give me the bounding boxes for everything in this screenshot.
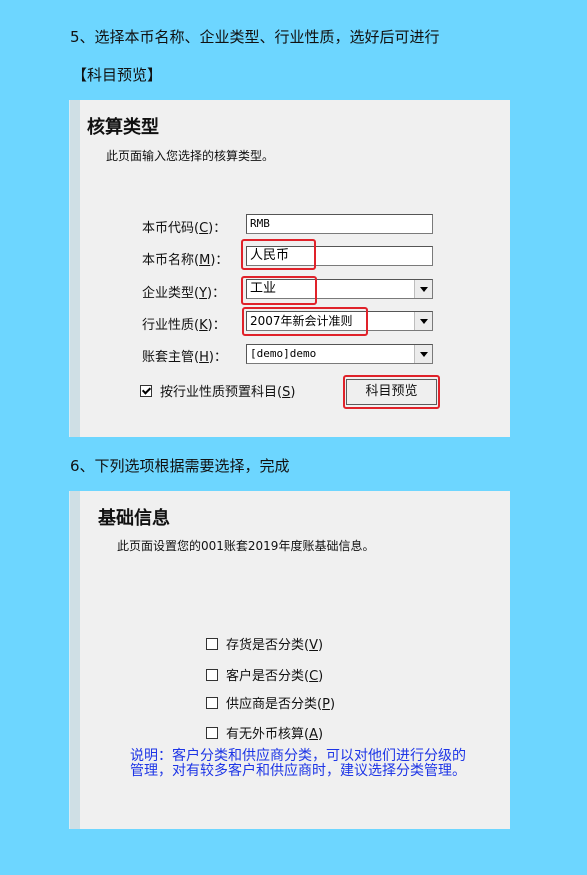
chevron-down-icon bbox=[420, 287, 428, 292]
account-supervisor-select[interactable]: [demo]demo bbox=[246, 344, 433, 364]
checkbox-unchecked-icon[interactable] bbox=[206, 669, 218, 681]
checkbox-checked-icon[interactable] bbox=[140, 385, 152, 397]
highlight-currency-name bbox=[241, 239, 316, 270]
customer-classify-checkbox[interactable]: 客户是否分类(C) bbox=[206, 665, 323, 684]
image-edge-fringe bbox=[70, 100, 80, 437]
foreign-currency-checkbox[interactable]: 有无外币核算(A) bbox=[206, 723, 323, 742]
panel-subtitle: 此页面设置您的001账套2019年度账基础信息。 bbox=[117, 539, 375, 553]
chevron-down-icon bbox=[420, 352, 428, 357]
highlight-preview-button bbox=[343, 375, 440, 409]
panel-subtitle: 此页面输入您选择的核算类型。 bbox=[106, 149, 275, 163]
step6-instruction: 6、下列选项根据需要选择，完成 bbox=[70, 457, 290, 475]
panel-title: 核算类型 bbox=[87, 117, 159, 138]
checkbox-unchecked-icon[interactable] bbox=[206, 697, 218, 709]
image-edge-fringe bbox=[70, 491, 80, 829]
checkbox-unchecked-icon[interactable] bbox=[206, 638, 218, 650]
checkbox-unchecked-icon[interactable] bbox=[206, 727, 218, 739]
industry-nature-label: 行业性质(K)： bbox=[142, 318, 226, 333]
currency-name-label: 本币名称(M)： bbox=[142, 253, 229, 268]
step5-button-reference: 【科目预览】 bbox=[72, 66, 163, 84]
account-supervisor-label: 账套主管(H)： bbox=[142, 350, 227, 365]
enterprise-type-dropdown-button[interactable] bbox=[414, 280, 432, 298]
highlight-industry-nature bbox=[242, 307, 368, 336]
account-supervisor-dropdown-button[interactable] bbox=[414, 345, 432, 363]
inventory-classify-checkbox[interactable]: 存货是否分类(V) bbox=[206, 634, 323, 653]
classification-note: 说明：客户分类和供应商分类，可以对他们进行分级的管理，对有较多客户和供应商时，建… bbox=[130, 748, 466, 779]
currency-code-input[interactable]: RMB bbox=[246, 214, 433, 234]
currency-code-label: 本币代码(C)： bbox=[142, 221, 227, 236]
highlight-enterprise-type bbox=[241, 276, 317, 305]
basic-info-panel: 基础信息 此页面设置您的001账套2019年度账基础信息。 存货是否分类(V) … bbox=[69, 491, 510, 829]
accounting-type-panel: 核算类型 此页面输入您选择的核算类型。 本币代码(C)： RMB 本币名称(M)… bbox=[69, 100, 510, 437]
enterprise-type-label: 企业类型(Y)： bbox=[142, 286, 226, 301]
supplier-classify-checkbox[interactable]: 供应商是否分类(P) bbox=[206, 693, 335, 712]
preset-accounts-checkbox[interactable]: 按行业性质预置科目(S) bbox=[140, 381, 295, 400]
step5-instruction: 5、选择本币名称、企业类型、行业性质，选好后可进行 bbox=[70, 28, 440, 46]
panel-title: 基础信息 bbox=[98, 508, 170, 529]
industry-nature-dropdown-button[interactable] bbox=[414, 312, 432, 330]
chevron-down-icon bbox=[420, 319, 428, 324]
account-supervisor-value: [demo]demo bbox=[250, 347, 317, 360]
